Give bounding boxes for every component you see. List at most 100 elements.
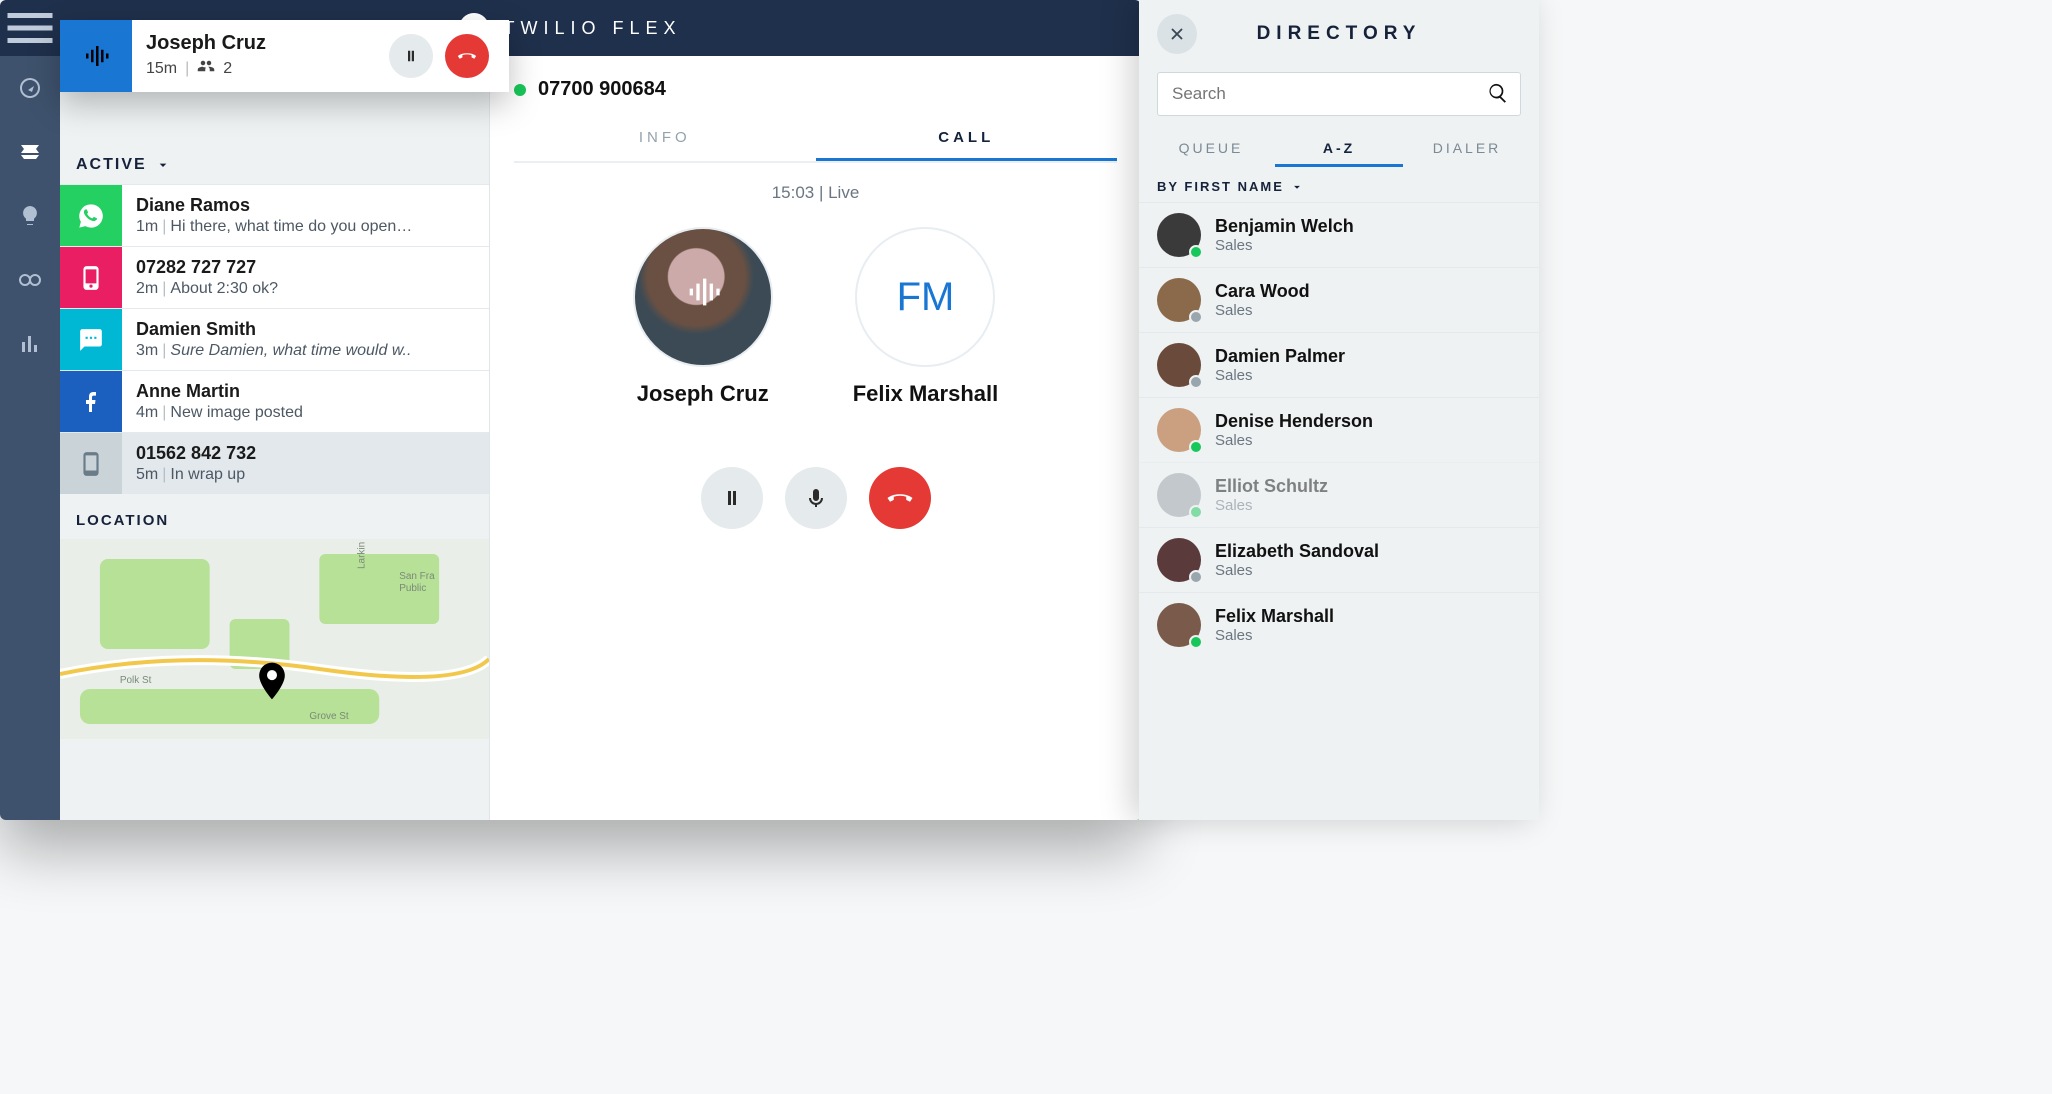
tasks-section-header[interactable]: ACTIVE: [60, 146, 489, 184]
directory-title: DIRECTORY: [1211, 23, 1467, 45]
active-call-duration: 15m: [146, 60, 177, 78]
nav-compass[interactable]: [12, 70, 48, 106]
close-button[interactable]: [1157, 14, 1197, 54]
participant-b: FM Felix Marshall: [853, 227, 999, 407]
tab-dialer[interactable]: DIALER: [1403, 130, 1531, 167]
menu-button[interactable]: [0, 0, 60, 58]
brand-title: TWILIO FLEX: [503, 18, 681, 39]
active-call-participants: 2: [223, 60, 232, 78]
avatar: [1157, 213, 1201, 257]
active-call-name: Joseph Cruz: [146, 32, 375, 55]
task-title: Damien Smith: [136, 319, 475, 340]
call-number: 07700 900684: [538, 78, 666, 101]
presence-icon: [1189, 635, 1203, 649]
whatsapp-icon: [60, 185, 122, 246]
task-title: Diane Ramos: [136, 195, 475, 216]
body: Joseph Cruz 15m | 2 ACTIVE: [0, 56, 1141, 820]
directory-item[interactable]: Cara WoodSales: [1139, 267, 1539, 332]
task-item[interactable]: 07282 727 727 2m|About 2:30 ok?: [60, 246, 489, 308]
task-preview: New image posted: [170, 404, 303, 421]
call-timer: 15:03 | Live: [514, 163, 1117, 209]
task-title: 07282 727 727: [136, 257, 475, 278]
nav-analytics[interactable]: [12, 326, 48, 362]
nav-rail: [0, 56, 60, 820]
phone-idle-icon: [60, 433, 122, 494]
task-item[interactable]: Diane Ramos 1m|Hi there, what time do yo…: [60, 184, 489, 246]
active-call-info: Joseph Cruz 15m | 2: [132, 20, 389, 92]
participants-icon: [197, 57, 215, 80]
presence-icon: [1189, 570, 1203, 584]
tab-info[interactable]: INFO: [514, 117, 816, 161]
task-title: Anne Martin: [136, 381, 475, 402]
task-preview: Hi there, what time do you open…: [170, 218, 412, 235]
task-item[interactable]: 01562 842 732 5m|In wrap up: [60, 432, 489, 494]
tab-queue[interactable]: QUEUE: [1147, 130, 1275, 167]
map[interactable]: Polk St Grove St San Fra Public Larkin S…: [60, 539, 489, 739]
avatar: [1157, 473, 1201, 517]
directory-list: Benjamin WelchSales Cara WoodSales Damie…: [1139, 202, 1539, 657]
participant-a-name: Joseph Cruz: [637, 381, 769, 407]
task-item[interactable]: Damien Smith 3m|Sure Damien, what time w…: [60, 308, 489, 370]
task-preview: In wrap up: [170, 466, 245, 483]
sms-icon: [60, 247, 122, 308]
svg-text:Larkin St: Larkin St: [356, 539, 367, 569]
svg-text:Public: Public: [399, 583, 426, 594]
directory-item[interactable]: Elliot SchultzSales: [1139, 462, 1539, 527]
task-title: 01562 842 732: [136, 443, 475, 464]
nav-insights[interactable]: [12, 198, 48, 234]
sort-dropdown[interactable]: BY FIRST NAME: [1139, 167, 1539, 202]
presence-icon: [1189, 245, 1203, 259]
presence-icon: [1189, 310, 1203, 324]
task-item[interactable]: Anne Martin 4m|New image posted: [60, 370, 489, 432]
svg-text:Polk St: Polk St: [120, 675, 152, 686]
voice-icon: [60, 20, 132, 92]
task-preview: Sure Damien, what time would w..: [170, 342, 411, 359]
svg-text:Grove St: Grove St: [309, 711, 349, 722]
directory-item[interactable]: Elizabeth SandovalSales: [1139, 527, 1539, 592]
active-call-card[interactable]: Joseph Cruz 15m | 2: [60, 20, 509, 92]
task-preview: About 2:30 ok?: [170, 280, 278, 297]
presence-icon: [1189, 440, 1203, 454]
directory-item[interactable]: Benjamin WelchSales: [1139, 202, 1539, 267]
avatar: FM: [855, 227, 995, 367]
facebook-icon: [60, 371, 122, 432]
participant-a: Joseph Cruz: [633, 227, 773, 407]
nav-tasks[interactable]: [12, 134, 48, 170]
map-pin-icon: [250, 659, 294, 708]
avatar: [1157, 603, 1201, 647]
hangup-button[interactable]: [445, 34, 489, 78]
participant-b-name: Felix Marshall: [853, 381, 999, 407]
tab-az[interactable]: A-Z: [1275, 130, 1403, 167]
live-indicator-icon: [514, 84, 526, 96]
directory-tabs: QUEUE A-Z DIALER: [1139, 124, 1539, 167]
avatar: [1157, 408, 1201, 452]
tab-call[interactable]: CALL: [816, 117, 1118, 161]
hangup-button[interactable]: [869, 467, 931, 529]
avatar: [633, 227, 773, 367]
avatar: [1157, 278, 1201, 322]
directory-item[interactable]: Damien PalmerSales: [1139, 332, 1539, 397]
location-heading: LOCATION: [60, 494, 489, 539]
directory-item[interactable]: Felix MarshallSales: [1139, 592, 1539, 657]
directory-search: [1157, 72, 1521, 116]
search-input[interactable]: [1157, 72, 1521, 116]
hold-button[interactable]: [701, 467, 763, 529]
chat-icon: [60, 309, 122, 370]
presence-icon: [1189, 375, 1203, 389]
participant-b-initials: FM: [897, 275, 955, 320]
mute-button[interactable]: [785, 467, 847, 529]
chevron-down-icon: [155, 157, 171, 173]
main-panel: 07700 900684 INFO CALL 15:03 | Live Jose…: [490, 56, 1141, 820]
svg-text:San Fra: San Fra: [399, 571, 435, 582]
hold-button[interactable]: [389, 34, 433, 78]
tasks-panel: Joseph Cruz 15m | 2 ACTIVE: [60, 56, 490, 820]
chevron-down-icon: [1290, 180, 1304, 194]
audio-wave-icon: [683, 272, 723, 322]
directory-item[interactable]: Denise HendersonSales: [1139, 397, 1539, 462]
avatar: [1157, 343, 1201, 387]
main-tabs: INFO CALL: [514, 117, 1117, 163]
nav-supervisor[interactable]: [12, 262, 48, 298]
search-icon: [1487, 82, 1509, 104]
avatar: [1157, 538, 1201, 582]
presence-icon: [1189, 505, 1203, 519]
